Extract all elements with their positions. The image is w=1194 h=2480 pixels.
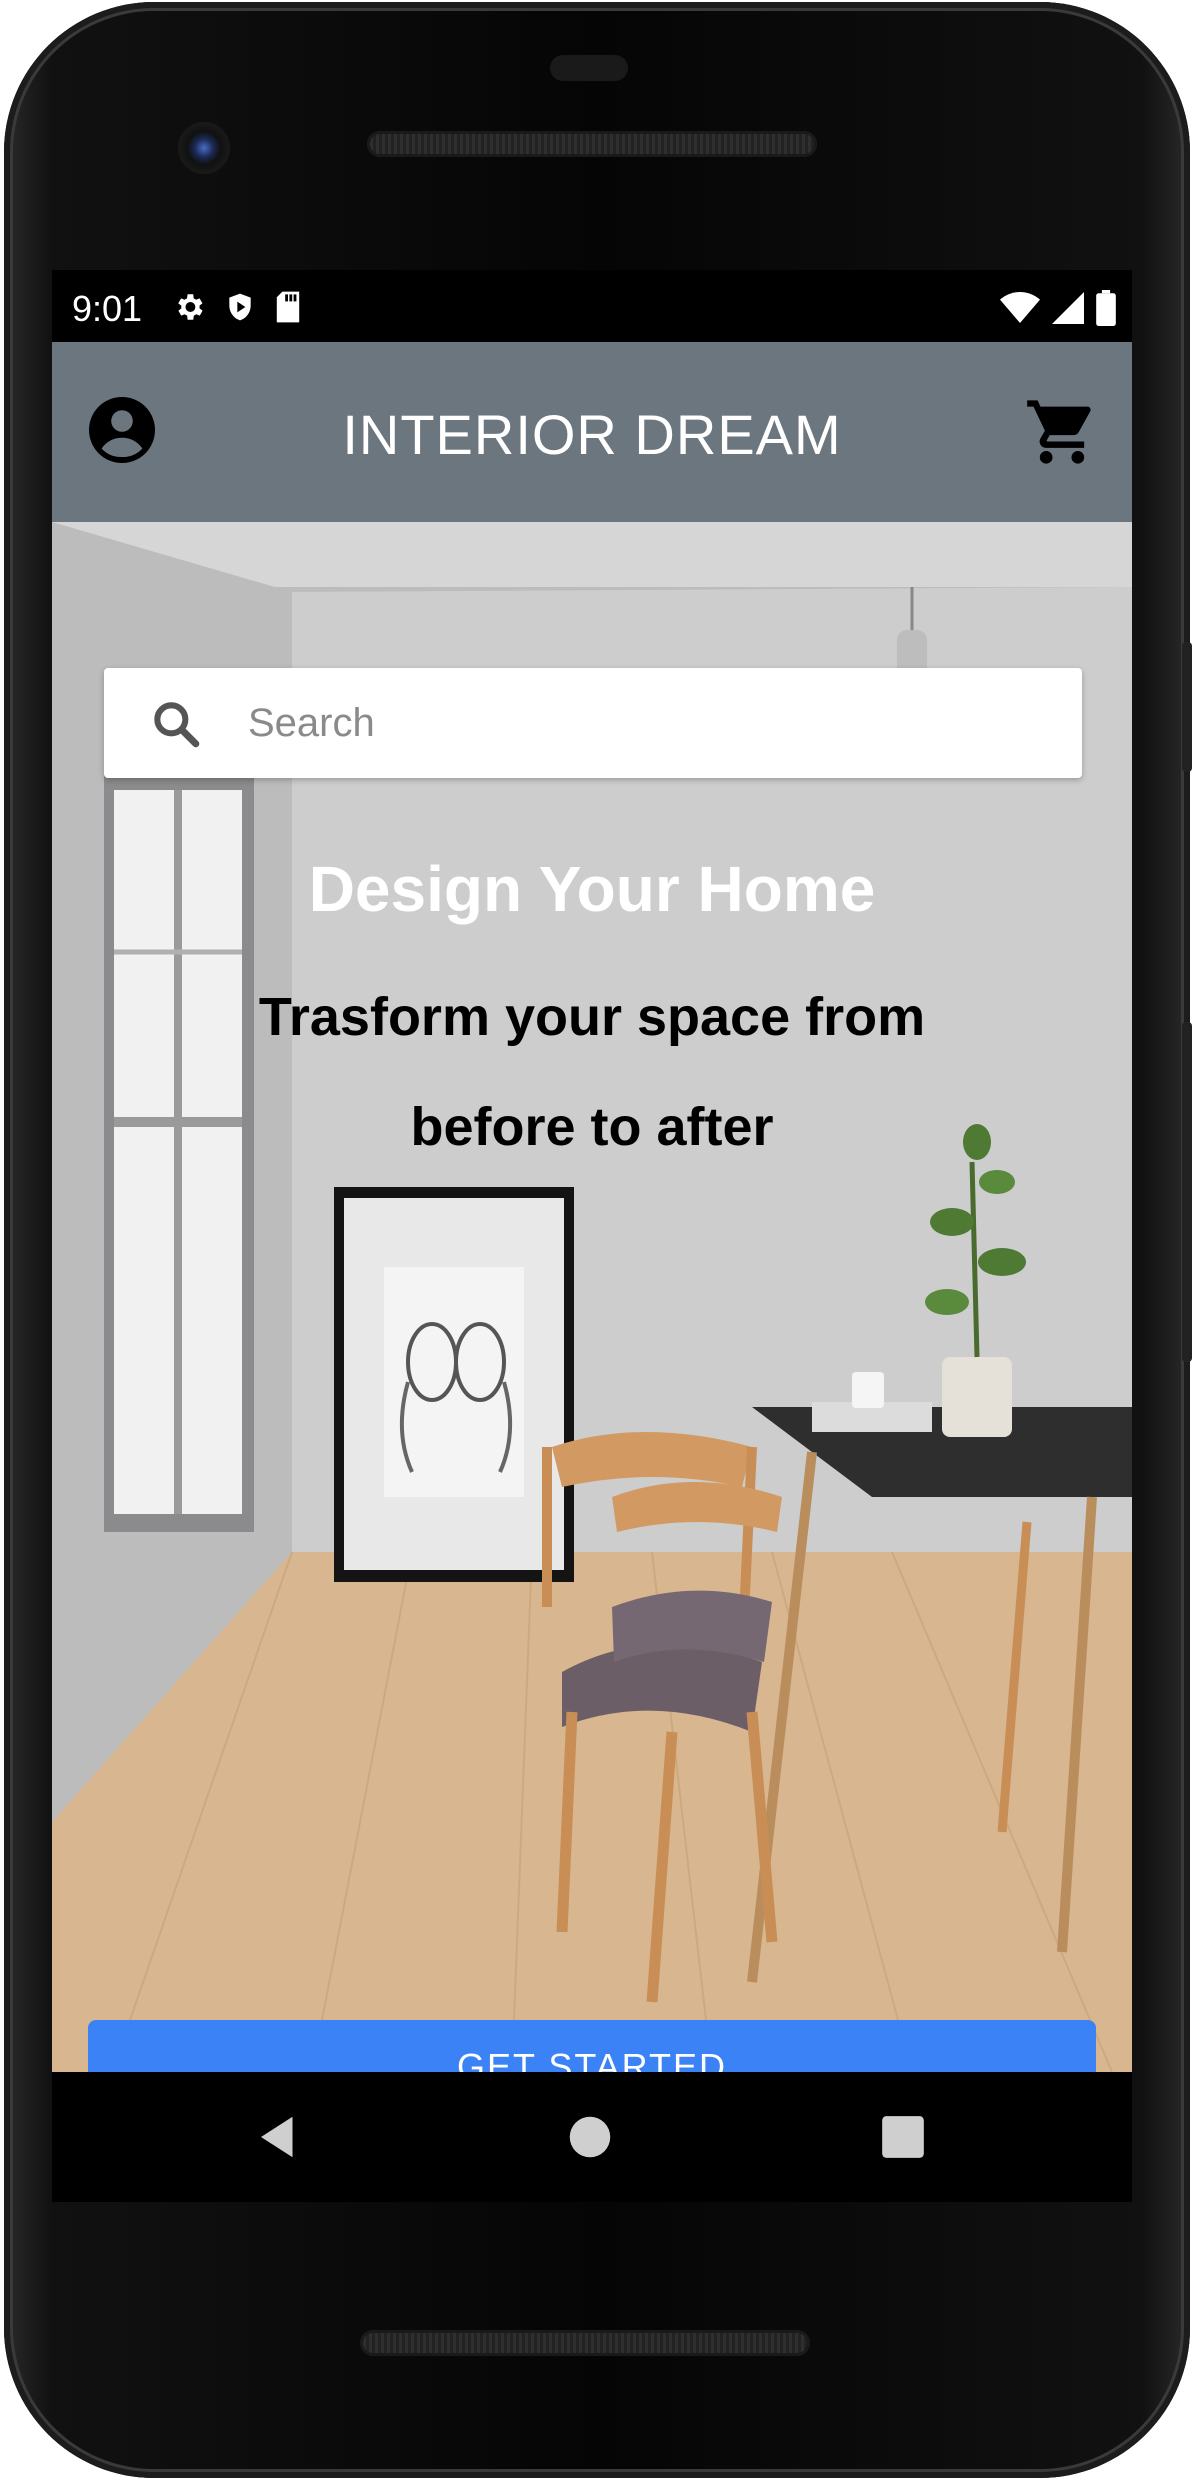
gear-icon [178, 294, 203, 320]
sd-card-icon [276, 291, 300, 323]
bottom-speaker [360, 2330, 810, 2356]
shield-icon [229, 293, 251, 321]
home-icon[interactable] [563, 2110, 617, 2164]
recents-icon[interactable] [878, 2112, 928, 2162]
earpiece [550, 55, 628, 81]
back-icon[interactable] [252, 2110, 306, 2164]
hero-title: Design Your Home [308, 853, 876, 925]
shopping-cart-icon [1027, 400, 1091, 464]
volume-button [1182, 1022, 1192, 1362]
front-camera [178, 122, 230, 174]
cart-button[interactable] [1024, 394, 1100, 470]
wifi-icon [1000, 292, 1040, 323]
status-icons-left [172, 290, 302, 324]
hero-subtitle: Trasform your space from before to after [258, 987, 926, 1157]
power-button [1182, 642, 1192, 772]
status-time: 9:01 [72, 288, 143, 329]
app-title: INTERIOR DREAM [342, 403, 842, 466]
navigation-bar [52, 2072, 1132, 2202]
search-icon [154, 702, 200, 748]
search-input[interactable] [248, 668, 1048, 778]
battery-icon [1096, 290, 1116, 326]
cell-signal-icon [1052, 292, 1084, 324]
get-started-button[interactable]: GET STARTED [88, 2020, 1096, 2072]
hero-section: Design Your Home Trasform your space fro… [52, 522, 1132, 2072]
search-bar[interactable] [104, 668, 1082, 778]
status-bar: 9:01 [52, 270, 1132, 342]
status-icons-right [1000, 290, 1116, 326]
screen: 9:01 INTERIOR DREAM Search Design Your H… [52, 270, 1132, 2072]
top-speaker [367, 131, 817, 157]
app-bar: INTERIOR DREAM [52, 342, 1132, 522]
